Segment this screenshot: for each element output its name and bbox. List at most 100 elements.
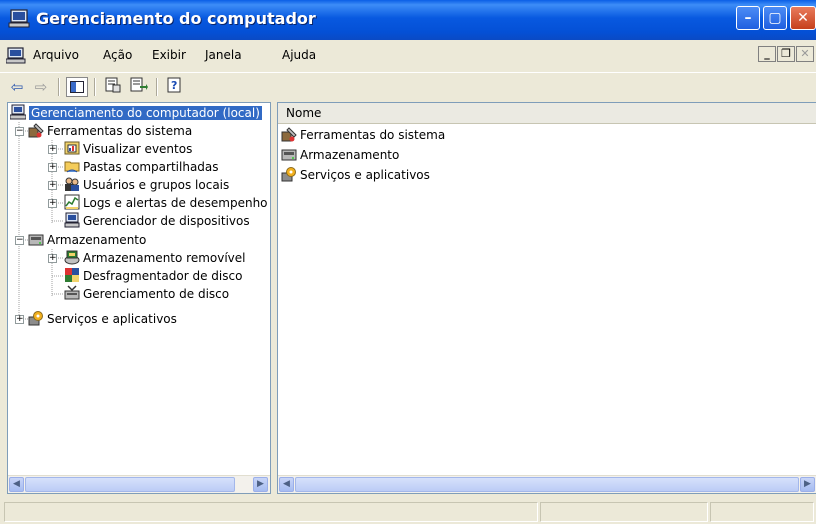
list-item[interactable]: Ferramentas do sistema <box>281 126 445 144</box>
tree-label: Desfragmentador de disco <box>83 269 243 283</box>
event-viewer-icon <box>64 141 80 155</box>
show-hide-tree-icon <box>70 81 84 93</box>
disk-management-icon <box>64 285 80 300</box>
tree-item-gerenciamento-disco[interactable]: Gerenciamento de disco <box>64 285 229 303</box>
restore-icon: ❐ <box>781 47 791 60</box>
tree-item-logs-alertas[interactable]: Logs e alertas de desempenho <box>64 194 268 212</box>
users-groups-icon <box>65 177 79 191</box>
maximize-button[interactable]: ▢ <box>763 6 787 30</box>
tree-label: Gerenciador de dispositivos <box>83 214 250 228</box>
tree-item-ferramentas[interactable]: Ferramentas do sistema <box>28 122 192 140</box>
menu-arquivo[interactable]: Arquivo <box>33 48 79 62</box>
export-list-button[interactable] <box>128 77 150 97</box>
scroll-left-button[interactable]: ◀ <box>279 477 294 492</box>
tree-item-desfragmentador[interactable]: Desfragmentador de disco <box>64 267 242 285</box>
menu-exibir[interactable]: Exibir <box>152 48 186 62</box>
tree-label: Pastas compartilhadas <box>83 160 219 174</box>
computer-management-icon <box>8 9 30 28</box>
tree-expander[interactable]: + <box>48 163 57 172</box>
forward-button[interactable]: ⇨ <box>30 77 52 97</box>
scroll-thumb[interactable] <box>295 477 799 492</box>
menu-janela[interactable]: Janela <box>205 48 242 62</box>
computer-icon[interactable] <box>6 47 26 64</box>
performance-logs-icon <box>64 194 80 210</box>
export-list-icon <box>130 77 148 92</box>
mdi-minimize-button[interactable]: _ <box>758 46 776 62</box>
mdi-controls: _ ❐ ✕ <box>756 46 816 64</box>
tree-pane[interactable]: Gerenciamento do computador (local) − Fe… <box>7 102 271 494</box>
list-item-label: Armazenamento <box>300 148 400 162</box>
menu-acao[interactable]: Ação <box>103 48 132 62</box>
tree-label: Visualizar eventos <box>83 142 193 156</box>
mdi-close-button[interactable]: ✕ <box>796 46 814 62</box>
storage-icon <box>281 149 297 161</box>
toolbar-separator <box>58 78 60 96</box>
scroll-right-button[interactable]: ▶ <box>800 477 815 492</box>
tree-label: Logs e alertas de desempenho <box>83 196 268 210</box>
toolbar: ⇦ ⇨ ? <box>0 72 816 101</box>
scroll-thumb[interactable] <box>25 477 235 492</box>
properties-button[interactable] <box>102 77 124 97</box>
minimize-icon: – <box>744 10 752 26</box>
tree-item-servicos-aplicativos[interactable]: Serviços e aplicativos <box>28 310 177 328</box>
toolbar-separator <box>94 78 96 96</box>
list-item[interactable]: Armazenamento <box>281 146 399 164</box>
status-cell-main <box>4 502 538 522</box>
minimize-button[interactable]: – <box>736 6 760 30</box>
details-horizontal-scrollbar[interactable]: ◀ ▶ <box>278 475 816 493</box>
window-title: Gerenciamento do computador <box>36 9 316 28</box>
storage-icon <box>28 234 44 246</box>
menu-ajuda[interactable]: Ajuda <box>282 48 316 62</box>
details-pane[interactable]: Nome Ferramentas do sistema Armazenament… <box>277 102 816 494</box>
column-header-nome[interactable]: Nome <box>278 103 816 124</box>
list-item-label: Serviços e aplicativos <box>300 168 430 182</box>
chevron-right-icon: ▶ <box>804 479 811 489</box>
status-bar <box>0 498 816 524</box>
tree-horizontal-scrollbar[interactable]: ◀ ▶ <box>8 475 270 493</box>
status-cell-middle <box>540 502 708 522</box>
tree-expander[interactable]: + <box>48 181 57 190</box>
svg-text:?: ? <box>171 79 177 92</box>
tree-expander[interactable]: + <box>48 199 57 208</box>
list-item-label: Ferramentas do sistema <box>300 128 446 142</box>
system-tools-icon <box>281 127 297 142</box>
device-manager-icon <box>64 212 80 228</box>
show-hide-tree-button[interactable] <box>66 77 88 97</box>
chevron-left-icon: ◀ <box>13 479 20 489</box>
close-icon: ✕ <box>797 10 809 26</box>
list-item[interactable]: Serviços e aplicativos <box>281 166 430 184</box>
tree-item-gerenciador-dispositivos[interactable]: Gerenciador de dispositivos <box>64 212 250 230</box>
system-tools-icon <box>28 123 44 138</box>
scroll-left-button[interactable]: ◀ <box>9 477 24 492</box>
mdi-restore-button[interactable]: ❐ <box>777 46 795 62</box>
tree-item-armazenamento[interactable]: Armazenamento <box>28 231 146 249</box>
help-button[interactable]: ? <box>164 77 186 97</box>
scroll-right-button[interactable]: ▶ <box>253 477 268 492</box>
close-icon: ✕ <box>800 47 810 60</box>
tree-expander[interactable]: − <box>15 236 24 245</box>
close-button[interactable]: ✕ <box>790 6 816 30</box>
defragmenter-icon <box>65 268 79 282</box>
services-apps-icon <box>28 311 43 326</box>
tree-label: Gerenciamento de disco <box>83 287 230 301</box>
tree-expander[interactable]: + <box>48 145 57 154</box>
tree-expander[interactable]: + <box>48 254 57 263</box>
title-bar[interactable]: Gerenciamento do computador – ▢ ✕ <box>0 0 816 40</box>
maximize-icon: ▢ <box>768 10 782 26</box>
tree-expander[interactable]: + <box>15 315 24 324</box>
tree-item-usuarios-grupos[interactable]: Usuários e grupos locais <box>64 176 229 194</box>
tree-expander[interactable]: − <box>15 127 24 136</box>
services-apps-icon <box>281 167 296 182</box>
tree-item-visualizar-eventos[interactable]: Visualizar eventos <box>64 140 192 158</box>
shared-folders-icon <box>64 161 80 173</box>
menu-bar: Arquivo Ação Exibir Janela Ajuda <box>0 40 816 70</box>
status-cell-right <box>710 502 814 522</box>
tree-label: Armazenamento <box>47 233 147 247</box>
tree-label: Usuários e grupos locais <box>83 178 230 192</box>
toolbar-separator <box>156 78 158 96</box>
tree-item-armazenamento-removivel[interactable]: Armazenamento removível <box>64 249 246 267</box>
help-icon: ? <box>167 77 181 93</box>
back-button[interactable]: ⇦ <box>6 77 28 97</box>
tree-item-pastas-compartilhadas[interactable]: Pastas compartilhadas <box>64 158 219 176</box>
forward-arrow-icon: ⇨ <box>34 78 48 96</box>
